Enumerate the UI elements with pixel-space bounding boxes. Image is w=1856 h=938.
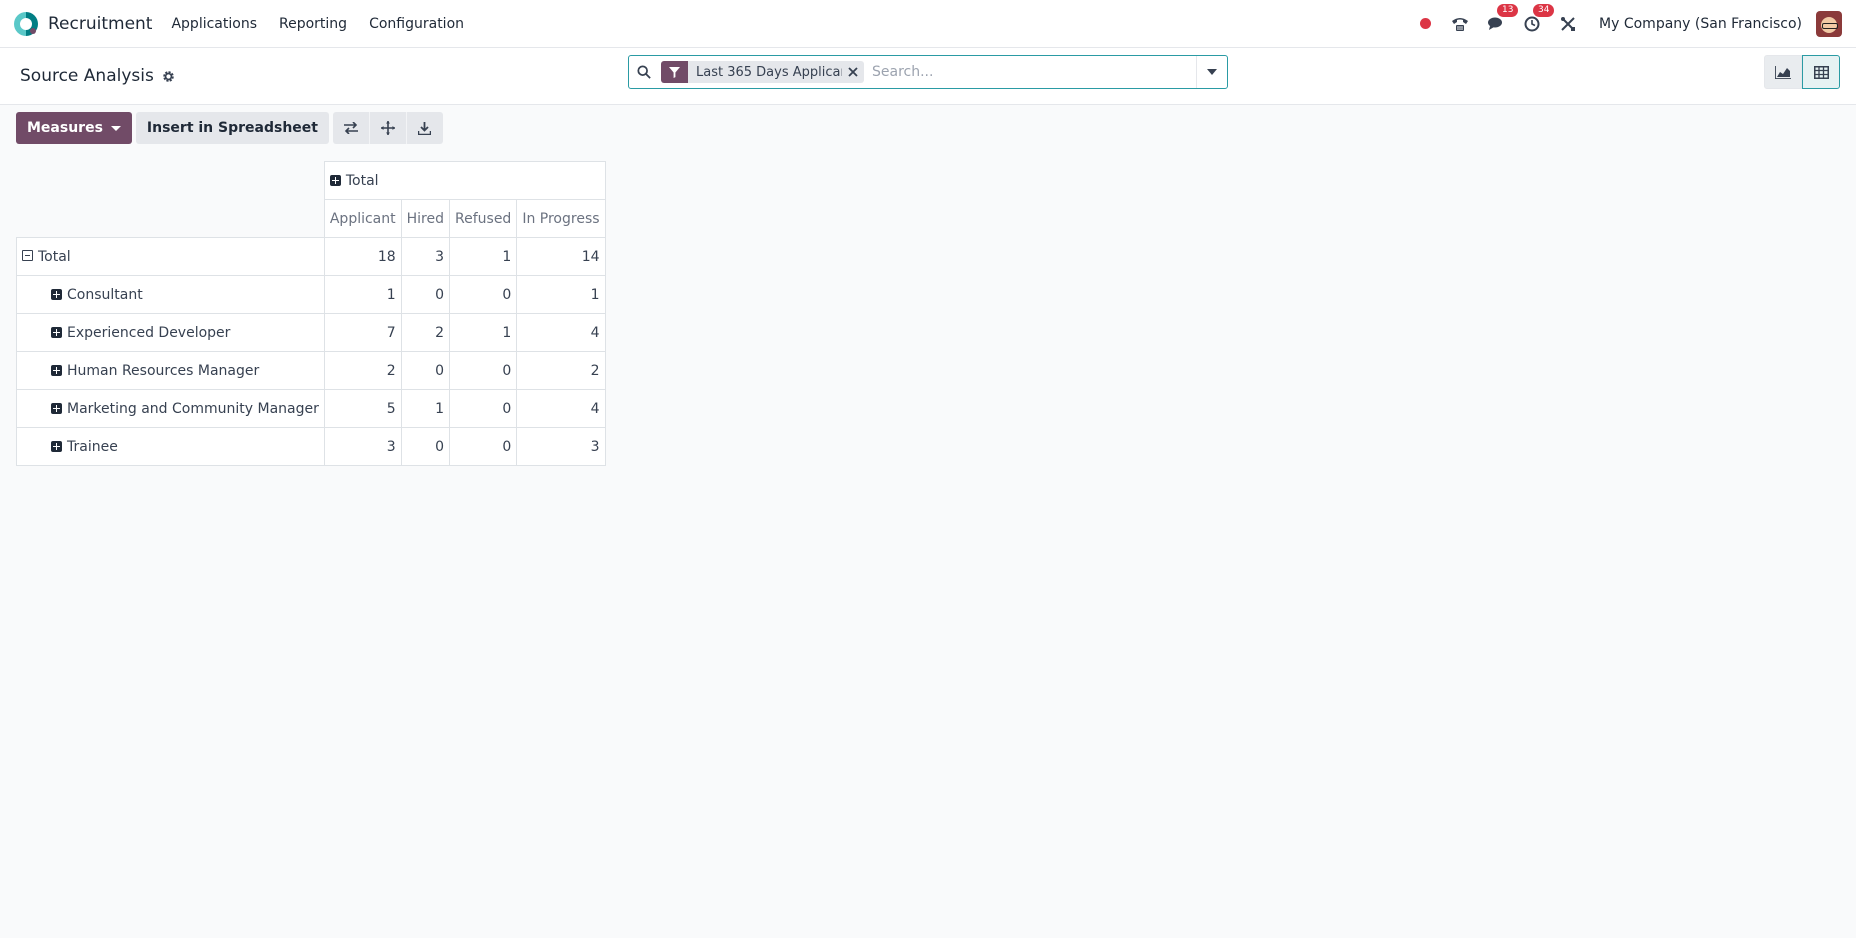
pivot-row-header[interactable]: Human Resources Manager [16,351,325,390]
pivot-cell[interactable]: 2 [323,351,402,390]
measures-label: Measures [27,120,103,136]
col-total-label: Total [345,172,379,189]
table-row: Consultant 1 0 0 1 [16,275,606,314]
pivot-row-header-total[interactable]: Total [16,237,325,276]
row-label: Experienced Developer [67,324,231,341]
table-row: Experienced Developer 7 2 1 4 [16,313,606,352]
pivot-cell[interactable]: 1 [516,275,606,314]
pivot-cell[interactable]: 3 [323,427,402,466]
company-switcher[interactable]: My Company (San Francisco) [1599,16,1802,32]
pivot-corner [16,161,325,200]
pivot-cell[interactable]: 1 [323,275,402,314]
expand-all-icon[interactable] [369,112,407,144]
pivot-cell[interactable]: 0 [400,427,451,466]
pivot-cell[interactable]: 2 [400,313,451,352]
insert-spreadsheet-button[interactable]: Insert in Spreadsheet [135,112,329,144]
pivot-cell[interactable]: 4 [516,389,606,428]
pivot-cell[interactable]: 0 [400,275,451,314]
main-menu: Applications Reporting Configuration [160,16,475,32]
search-icon [629,65,659,79]
gear-icon[interactable] [162,70,175,83]
breadcrumb: Source Analysis [20,48,175,104]
pivot-toolbar: Measures Insert in Spreadsheet [16,112,443,144]
pivot-cell[interactable]: 1 [400,389,451,428]
plus-square-icon [329,174,341,186]
measures-button[interactable]: Measures [16,112,132,144]
measure-header-refused[interactable]: Refused [449,199,518,238]
pivot-cell[interactable]: 0 [449,427,518,466]
flip-axis-icon[interactable] [332,112,370,144]
pivot-cell[interactable]: 5 [323,389,402,428]
plus-square-icon [51,402,62,414]
pivot-cell[interactable]: 2 [516,351,606,390]
pivot-row-header[interactable]: Experienced Developer [16,313,325,352]
pivot-col-header-total[interactable]: Total [323,161,606,200]
table-row: Total 18 3 1 14 [16,237,606,276]
messages-badge: 13 [1497,3,1519,17]
row-label: Consultant [67,286,143,303]
menu-applications[interactable]: Applications [160,16,268,32]
pivot-cell[interactable]: 0 [449,351,518,390]
measure-header-applicant[interactable]: Applicant [323,199,402,238]
row-total-label: Total [38,248,71,265]
table-row: Marketing and Community Manager 5 1 0 4 [16,389,606,428]
view-switcher [1764,55,1840,89]
pivot-cell[interactable]: 4 [516,313,606,352]
app-logo-icon[interactable] [14,11,38,36]
graph-view-icon[interactable] [1764,55,1802,89]
control-panel: Source Analysis Last 365 Days Applicant [0,48,1856,105]
phone-icon[interactable] [1447,11,1473,37]
search-input[interactable] [870,63,1196,81]
row-label: Marketing and Community Manager [67,400,319,417]
filter-icon [661,61,688,83]
pivot-cell[interactable]: 1 [449,237,518,276]
search-facet[interactable]: Last 365 Days Applicant [661,61,864,83]
pivot-row-header[interactable]: Trainee [16,427,325,466]
minus-square-icon [22,249,33,261]
caret-down-icon [110,125,121,131]
activities-clock-icon[interactable]: 34 [1519,3,1555,37]
plus-square-icon [51,288,62,300]
recording-indicator-icon[interactable] [1420,18,1432,29]
measure-header-hired[interactable]: Hired [400,199,451,238]
pivot-cell[interactable]: 0 [449,389,518,428]
pivot-cell[interactable]: 7 [323,313,402,352]
pivot-row-header[interactable]: Consultant [16,275,325,314]
facet-value: Last 365 Days Applicant [688,61,842,83]
debug-tools-icon[interactable] [1555,11,1581,37]
top-navbar: Recruitment Applications Reporting Confi… [0,0,1856,48]
pivot-cell[interactable]: 14 [516,237,606,276]
pivot-view-icon[interactable] [1802,55,1840,89]
measure-header-in-progress[interactable]: In Progress [516,199,606,238]
systray: 13 34 My Company (San Francisco) [1420,0,1856,47]
app-name[interactable]: Recruitment [48,14,152,34]
plus-square-icon [51,326,62,338]
plus-square-icon [51,364,62,376]
pivot-cell[interactable]: 3 [516,427,606,466]
table-row: Human Resources Manager 2 0 0 2 [16,351,606,390]
pivot-actions [332,112,443,144]
row-label: Trainee [67,438,118,455]
pivot-cell[interactable]: 1 [449,313,518,352]
chevron-down-icon[interactable] [1196,56,1227,88]
pivot-corner [16,199,325,238]
table-row: Trainee 3 0 0 3 [16,427,606,466]
pivot-row-header[interactable]: Marketing and Community Manager [16,389,325,428]
pivot-cell[interactable]: 0 [449,275,518,314]
search-bar: Last 365 Days Applicant [628,55,1228,89]
messages-icon[interactable]: 13 [1483,3,1519,37]
page-title: Source Analysis [20,66,154,86]
close-icon[interactable] [842,61,864,83]
pivot-table: Total Applicant Hired Refused In Progres… [16,161,606,466]
menu-configuration[interactable]: Configuration [358,16,475,32]
menu-reporting[interactable]: Reporting [268,16,358,32]
activities-badge: 34 [1533,3,1555,17]
pivot-cell[interactable]: 3 [400,237,451,276]
pivot-cell[interactable]: 18 [323,237,402,276]
row-label: Human Resources Manager [67,362,260,379]
user-avatar[interactable] [1816,10,1842,37]
download-icon[interactable] [406,112,443,144]
plus-square-icon [51,440,62,452]
pivot-cell[interactable]: 0 [400,351,451,390]
